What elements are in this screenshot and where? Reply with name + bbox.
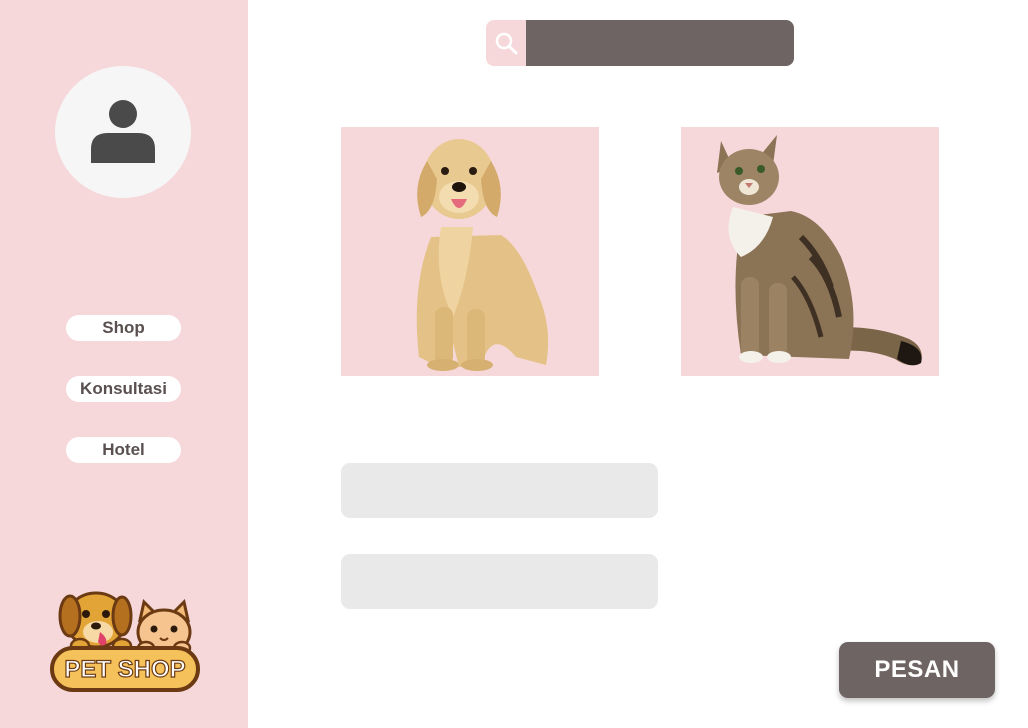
cat-card[interactable]: [681, 127, 939, 376]
sidebar: Shop Konsultasi Hotel PET SHOP: [0, 0, 248, 728]
search-input[interactable]: [526, 20, 794, 66]
golden-retriever-dog-image: [416, 139, 549, 371]
nav-hotel-button[interactable]: Hotel: [66, 437, 181, 463]
nav-shop-button[interactable]: Shop: [66, 315, 181, 341]
logo-text: PET SHOP: [64, 656, 185, 683]
search-icon: [495, 32, 518, 55]
order-field-2[interactable]: [341, 554, 658, 609]
tabby-cat-image: [717, 135, 922, 366]
nav-konsultasi-button[interactable]: Konsultasi: [66, 376, 181, 402]
pesan-button[interactable]: PESAN: [839, 642, 995, 698]
pet-shop-logo: PET SHOP: [50, 591, 200, 692]
user-icon: [91, 100, 155, 163]
search-bar: [486, 20, 794, 66]
app-window: Shop Konsultasi Hotel PET SHOP PESAN: [0, 0, 1028, 728]
search-button[interactable]: [486, 20, 526, 66]
avatar[interactable]: [55, 66, 191, 198]
dog-card[interactable]: [341, 127, 599, 376]
order-field-1[interactable]: [341, 463, 658, 518]
